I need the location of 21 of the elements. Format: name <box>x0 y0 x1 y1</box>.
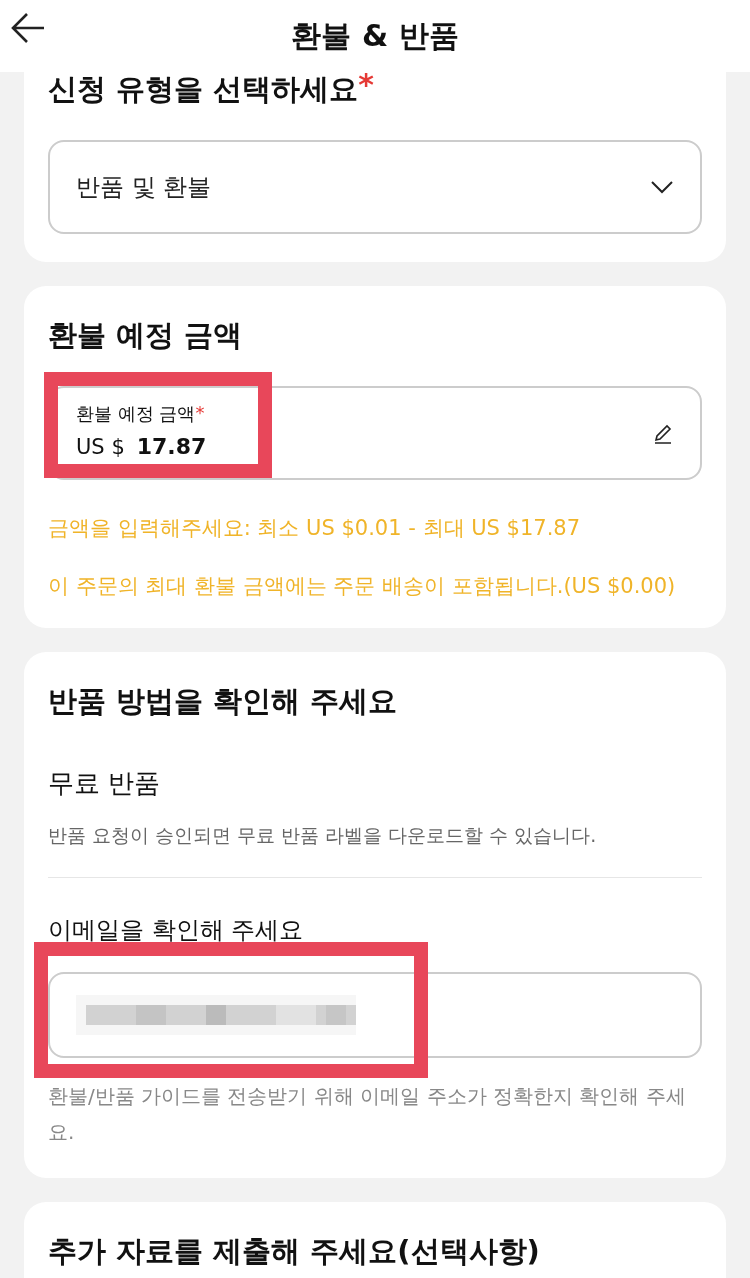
amount-value: 17.87 <box>136 434 207 459</box>
email-hint: 환불/반품 가이드를 전송받기 위해 이메일 주소가 정확한지 확인해 주세요. <box>48 1083 687 1146</box>
amount-note: 금액을 입력해주세요: 최소 US $0.01 - 최대 US $17.87 <box>48 515 582 542</box>
option-description: 반품 요청이 승인되면 무료 반품 라벨을 다운로드할 수 있습니다. <box>48 823 598 848</box>
section-heading: 반품 방법을 확인해 주세요 <box>48 683 398 720</box>
email-field[interactable] <box>48 972 702 1058</box>
request-type-dropdown[interactable]: 반품 및 환불 <box>48 140 702 234</box>
field-label: 이메일을 확인해 주세요 <box>48 915 305 946</box>
required-mark: * <box>195 402 205 425</box>
amount-note: 이 주문의 최대 환불 금액에는 주문 배송이 포함됩니다.(US $0.00) <box>48 573 677 600</box>
required-mark: * <box>358 70 374 100</box>
field-label: 환불 예정 금액 <box>76 402 196 426</box>
back-arrow-icon[interactable] <box>10 12 46 44</box>
page-title: 환불 & 반품 <box>291 16 459 55</box>
section-heading: 신청 유형을 선택하세요 <box>48 71 359 108</box>
section-heading: 추가 자료를 제출해 주세요(선택사항) <box>48 1233 540 1270</box>
currency-label: US $ <box>76 435 125 459</box>
section-heading: 환불 예정 금액 <box>48 317 243 354</box>
pencil-icon[interactable] <box>652 423 674 445</box>
option-title: 무료 반품 <box>48 767 162 800</box>
chevron-down-icon <box>650 180 674 194</box>
